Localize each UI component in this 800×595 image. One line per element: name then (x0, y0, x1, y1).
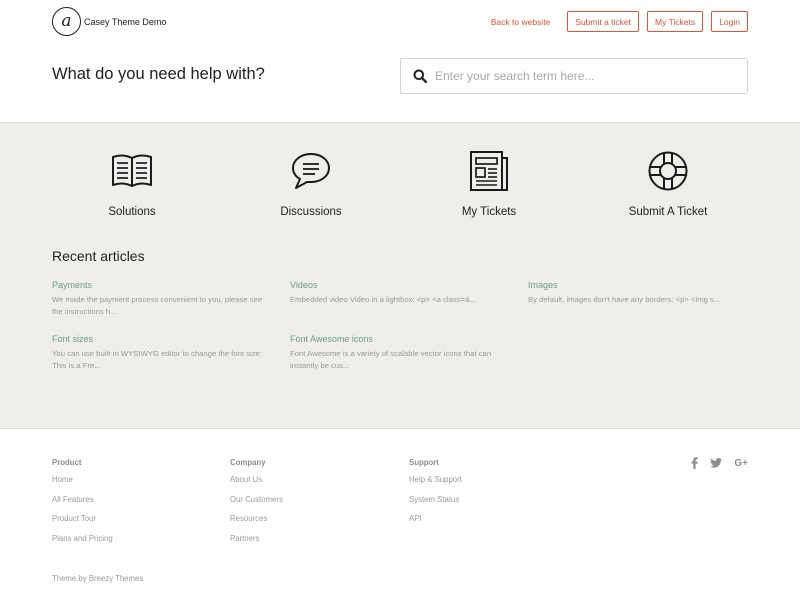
article-item: Videos Embedded video Video in a lightbo… (290, 280, 510, 306)
social-links: G+ (679, 457, 748, 469)
recent-articles-heading: Recent articles (52, 248, 145, 264)
article-title-link[interactable]: Font Awesome icons (290, 334, 510, 344)
footer-link[interactable]: Help & Support (409, 475, 462, 495)
article-item: Payments We made the payment process con… (52, 280, 272, 318)
search-box (400, 58, 748, 94)
logo-mark-icon: a (52, 7, 81, 36)
article-item: Font sizes You can use built-in WYSIWYG … (52, 334, 272, 372)
article-title-link[interactable]: Images (528, 280, 748, 290)
site-logo[interactable]: a Casey Theme Demo (52, 7, 166, 36)
footer-link[interactable]: About Us (230, 475, 283, 495)
main-content: Solutions Discussions My Tickets Submit … (0, 123, 800, 429)
my-tickets-button[interactable]: My Tickets (647, 11, 704, 32)
footer-link[interactable]: System Status (409, 495, 462, 515)
footer-link[interactable]: Resources (230, 514, 283, 534)
tile-discussions[interactable]: Discussions (231, 149, 391, 218)
tile-label: Discussions (280, 206, 342, 218)
facebook-icon[interactable] (691, 457, 699, 469)
newspaper-icon (470, 151, 508, 191)
site-footer: Product Home All Features Product Tour P… (0, 430, 800, 595)
article-snippet: We made the payment process convenient t… (52, 295, 263, 316)
article-snippet: You can use built-in WYSIWYG editor to c… (52, 349, 262, 370)
search-input[interactable] (435, 69, 725, 83)
footer-column-company: Company About Us Our Customers Resources… (230, 458, 283, 553)
lifebuoy-icon (648, 151, 688, 191)
tile-my-tickets[interactable]: My Tickets (409, 149, 569, 218)
submit-ticket-button[interactable]: Submit a ticket (567, 11, 640, 32)
article-item: Images By default, images don't have any… (528, 280, 748, 306)
tile-submit-ticket[interactable]: Submit A Ticket (588, 149, 748, 218)
tile-label: Submit A Ticket (628, 206, 708, 218)
article-snippet: Embedded video Video in a lightbox: <p> … (290, 295, 477, 304)
footer-link[interactable]: API (409, 514, 462, 534)
tile-solutions[interactable]: Solutions (52, 149, 212, 218)
footer-link[interactable]: Our Customers (230, 495, 283, 515)
top-nav: Back to website Submit a ticket My Ticke… (491, 11, 748, 32)
tile-label: Solutions (108, 206, 156, 218)
footer-link[interactable]: Partners (230, 534, 283, 554)
site-header: a Casey Theme Demo Back to website Submi… (0, 0, 800, 123)
footer-link[interactable]: Product Tour (52, 514, 113, 534)
footer-heading: Support (409, 458, 439, 467)
article-snippet: Font Awesome is a variety of scalable ve… (290, 349, 492, 370)
article-title-link[interactable]: Payments (52, 280, 272, 290)
twitter-icon[interactable] (710, 458, 723, 468)
back-to-website-link[interactable]: Back to website (491, 17, 551, 27)
theme-credit: Theme by Breezy Themes (52, 574, 144, 583)
search-icon[interactable] (401, 69, 435, 83)
footer-column-product: Product Home All Features Product Tour P… (52, 458, 113, 553)
footer-link[interactable]: Home (52, 475, 113, 495)
footer-link[interactable]: All Features (52, 495, 113, 515)
article-title-link[interactable]: Font sizes (52, 334, 272, 344)
chat-bubble-icon (292, 153, 330, 189)
book-icon (112, 154, 152, 187)
article-item: Font Awesome icons Font Awesome is a var… (290, 334, 510, 372)
footer-heading: Company (230, 458, 266, 467)
login-button[interactable]: Login (711, 11, 748, 32)
article-title-link[interactable]: Videos (290, 280, 510, 290)
google-plus-icon[interactable]: G+ (734, 458, 748, 469)
tile-label: My Tickets (461, 206, 517, 218)
footer-link[interactable]: Plans and Pricing (52, 534, 113, 554)
page-title: What do you need help with? (52, 65, 265, 83)
brand-name: Casey Theme Demo (84, 16, 167, 27)
footer-heading: Product (52, 458, 82, 467)
article-snippet: By default, images don't have any border… (528, 295, 721, 304)
footer-column-support: Support Help & Support System Status API (409, 458, 462, 534)
